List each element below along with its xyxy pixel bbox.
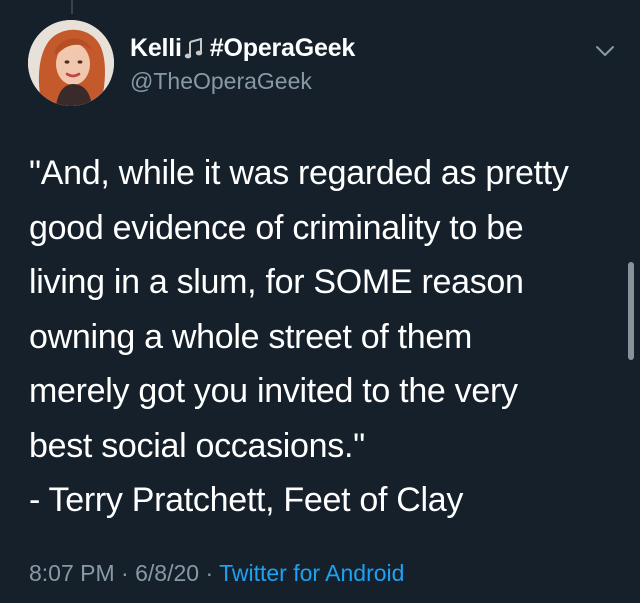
author-handle[interactable]: @TheOperaGeek	[130, 68, 312, 95]
tweet-text-line: living in a slum, for SOME reason	[29, 263, 524, 301]
tweet-date[interactable]: 6/8/20	[135, 560, 199, 586]
meta-separator: ·	[199, 560, 220, 586]
tweet-text: "And, while it was regarded as pretty go…	[29, 146, 619, 528]
tweet-text-line: "And, while it was regarded as pretty	[29, 154, 569, 192]
tweet-text-line: owning a whole street of them	[29, 317, 472, 356]
tweet-text-line: best social occasions."	[29, 426, 365, 465]
tweet-source-link[interactable]: Twitter for Android	[219, 560, 404, 586]
avatar-photo	[28, 20, 114, 106]
scrollbar[interactable]	[628, 262, 634, 360]
chevron-down-icon[interactable]	[594, 40, 616, 62]
author-name-row[interactable]: Kelli #OperaGeek	[130, 34, 355, 63]
thread-connector-line	[71, 0, 73, 14]
author-display-name[interactable]: Kelli	[130, 34, 182, 63]
tweet-text-line: - Terry Pratchett, Feet of Clay	[29, 481, 464, 519]
tweet-text-line: merely got you invited to the very	[29, 372, 518, 410]
musical-notes-icon	[184, 37, 204, 60]
tweet-text-line: good evidence of criminality to be	[29, 208, 524, 247]
avatar[interactable]	[28, 20, 114, 106]
meta-separator: ·	[114, 560, 136, 586]
tweet-meta: 8:07 PM · 6/8/20 · Twitter for Android	[29, 560, 404, 587]
tweet-time[interactable]: 8:07 PM	[29, 560, 115, 586]
author-name-hashtag[interactable]: #OperaGeek	[210, 34, 356, 63]
